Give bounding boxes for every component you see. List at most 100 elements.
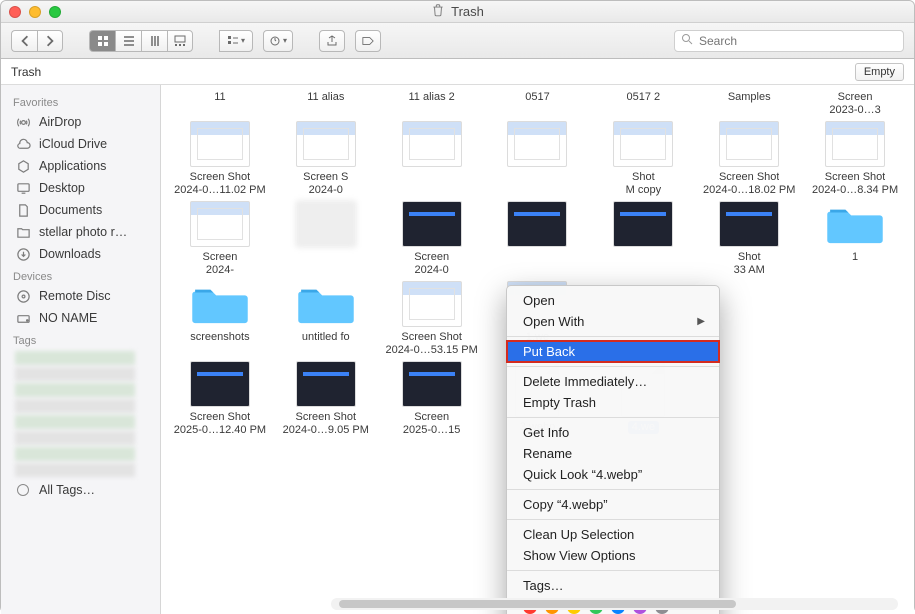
scrollbar-thumb[interactable] [339,600,736,608]
tag-item[interactable] [15,367,135,381]
horizontal-scrollbar[interactable] [331,598,898,610]
column-view-button[interactable] [141,30,167,52]
forward-button[interactable] [37,30,63,52]
sidebar-item-applications[interactable]: Applications [1,155,160,177]
menu-item-get-info[interactable]: Get Info [507,422,719,443]
file-name-line2: 2024-0…53.15 PM [385,344,477,357]
menu-item-tags-[interactable]: Tags… [507,575,719,596]
file-item[interactable]: Screen2025-0…15 [381,361,483,437]
tag-item[interactable] [15,431,135,445]
file-name: Screen [414,411,449,424]
file-item[interactable]: 1 [804,201,906,277]
file-item[interactable]: Screen2024- [169,201,271,277]
search-input[interactable] [699,34,897,48]
share-button[interactable] [319,30,345,52]
file-name-line2: 2023-0…3 [829,104,880,117]
file-item[interactable]: 0517 2 [592,91,694,117]
file-thumbnail [402,121,462,167]
doc-icon [15,202,31,218]
file-item[interactable]: Screen2023-0…3 [804,91,906,117]
menu-item-copy-4-webp-[interactable]: Copy “4.webp” [507,494,719,515]
sidebar-item-documents[interactable]: Documents [1,199,160,221]
file-item[interactable]: Screen Shot2024-0…9.05 PM [275,361,377,437]
file-item[interactable]: Screen Shot2024-0…18.02 PM [698,121,800,197]
file-name-line2: 2024- [206,264,234,277]
sidebar-item-downloads[interactable]: Downloads [1,243,160,265]
menu-item-delete-immediately-[interactable]: Delete Immediately… [507,371,719,392]
content-area[interactable]: 1111 alias11 alias 205170517 2SamplesScr… [161,85,914,614]
desktop-icon [15,180,31,196]
file-item[interactable]: ShotM copy [592,121,694,197]
sidebar-item-airdrop[interactable]: AirDrop [1,111,160,133]
tag-item[interactable] [15,399,135,413]
menu-item-open-with[interactable]: Open With ▶ [507,311,719,332]
file-item[interactable] [275,201,377,277]
sidebar-all-tags[interactable]: All Tags… [1,479,160,501]
sidebar-item-remote-disc[interactable]: Remote Disc [1,285,160,307]
gallery-view-button[interactable] [167,30,193,52]
file-name: screenshots [190,331,249,344]
file-item[interactable]: 11 alias 2 [381,91,483,117]
sidebar-item-icloud-drive[interactable]: iCloud Drive [1,133,160,155]
file-item[interactable]: Samples [698,91,800,117]
file-item[interactable]: Screen Shot2024-0…11.02 PM [169,121,271,197]
file-name: 11 alias [307,91,344,104]
tag-item[interactable] [15,383,135,397]
menu-item-empty-trash[interactable]: Empty Trash [507,392,719,413]
disc-icon [15,288,31,304]
tag-item[interactable] [15,447,135,461]
tags-button[interactable] [355,30,381,52]
file-thumbnail [613,201,673,247]
file-item[interactable]: untitled fo [275,281,377,357]
file-item[interactable]: screenshots [169,281,271,357]
file-name-line2: M copy [626,184,661,197]
menu-item-quick-look-4-webp-[interactable]: Quick Look “4.webp” [507,464,719,485]
empty-trash-button[interactable]: Empty [855,63,904,81]
icon-view-button[interactable] [89,30,115,52]
file-item[interactable]: 11 alias [275,91,377,117]
file-item[interactable] [381,121,483,197]
file-name: untitled fo [302,331,350,344]
menu-item-label: Empty Trash [523,395,596,410]
file-item[interactable]: 0517 [487,91,589,117]
tag-item[interactable] [15,351,135,365]
action-menu-button[interactable]: ▾ [263,30,293,52]
menu-item-clean-up-selection[interactable]: Clean Up Selection [507,524,719,545]
file-item[interactable]: Shot33 AM [698,201,800,277]
file-thumbnail [190,201,250,247]
menu-item-label: Open With [523,314,584,329]
submenu-indicator-icon: ▶ [697,316,705,327]
file-item[interactable] [592,201,694,277]
file-item[interactable] [487,201,589,277]
menu-item-put-back[interactable]: Put Back [507,341,719,362]
sidebar-item-no-name[interactable]: NO NAME [1,307,160,329]
menu-item-open[interactable]: Open [507,290,719,311]
file-item[interactable]: 11 [169,91,271,117]
context-menu: Open Open With ▶ Put Back Delete Immediately… [506,285,720,614]
zoom-window-button[interactable] [49,6,61,18]
file-item[interactable]: Screen2024-0 [381,201,483,277]
view-mode-segment [89,30,193,52]
list-view-button[interactable] [115,30,141,52]
file-item[interactable]: Screen Shot2024-0…53.15 PM [381,281,483,357]
minimize-window-button[interactable] [29,6,41,18]
file-item[interactable]: Screen Shot2025-0…12.40 PM [169,361,271,437]
tag-item[interactable] [15,415,135,429]
sidebar-item-stellar-photo-r-[interactable]: stellar photo r… [1,221,160,243]
file-name: 0517 2 [627,91,661,104]
file-item[interactable]: Screen Shot2024-0…8.34 PM [804,121,906,197]
menu-item-rename[interactable]: Rename [507,443,719,464]
group-by-button[interactable]: ▾ [219,30,253,52]
file-item[interactable] [487,121,589,197]
sidebar-item-desktop[interactable]: Desktop [1,177,160,199]
tag-item[interactable] [15,463,135,477]
menu-item-show-view-options[interactable]: Show View Options [507,545,719,566]
menu-item-label: Show View Options [523,548,636,563]
file-item[interactable]: Screen S2024-0 [275,121,377,197]
location-bar: Trash Empty [1,59,914,85]
search-field[interactable] [674,30,904,52]
file-thumbnail [825,121,885,167]
close-window-button[interactable] [9,6,21,18]
apps-icon [15,158,31,174]
back-button[interactable] [11,30,37,52]
